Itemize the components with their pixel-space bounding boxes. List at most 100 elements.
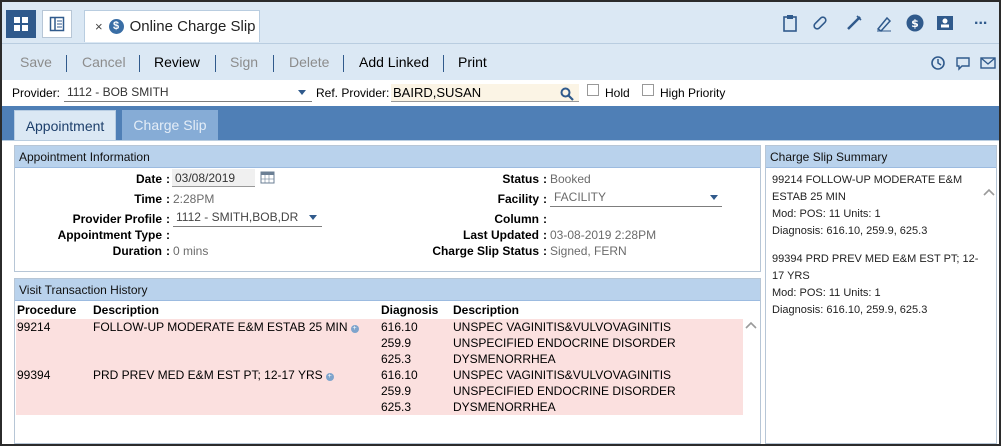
label-colon: : bbox=[166, 212, 170, 226]
provider-label: Provider: bbox=[12, 86, 61, 100]
description-cell: PRD PREV MED E&M EST PT; 12-17 YRS + bbox=[93, 368, 334, 382]
scroll-up-icon[interactable] bbox=[982, 185, 996, 199]
tab-charge-slip[interactable]: Charge Slip bbox=[122, 110, 218, 140]
high-priority-checkbox[interactable] bbox=[642, 84, 654, 96]
pill-icon[interactable] bbox=[810, 13, 830, 33]
last-updated-value: 03-08-2019 2:28PM bbox=[550, 228, 657, 242]
comment-icon[interactable] bbox=[953, 53, 973, 73]
side-panel-icon bbox=[49, 16, 65, 32]
date-value: 03/08/2019 bbox=[175, 171, 236, 185]
review-button[interactable]: Review bbox=[154, 54, 200, 70]
charge-slip-status-label: Charge Slip Status bbox=[432, 244, 539, 258]
scroll-up-icon[interactable] bbox=[744, 318, 758, 332]
table-row[interactable]: 99394 PRD PREV MED E&M EST PT; 12-17 YRS… bbox=[16, 367, 743, 383]
provider-profile-value: 1112 - SMITH,BOB,DR bbox=[176, 210, 299, 224]
date-field[interactable]: 03/08/2019 bbox=[172, 169, 255, 187]
facility-select[interactable]: FACILITY bbox=[550, 189, 722, 207]
label-colon: : bbox=[166, 172, 170, 186]
provider-profile-select[interactable]: 1112 - SMITH,BOB,DR bbox=[173, 209, 322, 227]
label-colon: : bbox=[543, 192, 547, 206]
diag-description-cell: UNSPEC VAGINITIS&VULVOVAGINITIS bbox=[453, 368, 672, 382]
delete-button[interactable]: Delete bbox=[289, 54, 329, 70]
syringe-icon[interactable] bbox=[844, 13, 864, 33]
chevron-down-icon bbox=[710, 195, 718, 200]
window: × $ Online Charge Slip $ ... Save Cancel… bbox=[0, 0, 1001, 446]
status-value: Booked bbox=[550, 172, 591, 186]
description-text: FOLLOW-UP MODERATE E&M ESTAB 25 MIN bbox=[93, 320, 348, 334]
email-icon[interactable] bbox=[978, 53, 998, 73]
charge-slip-summary-header: Charge Slip Summary bbox=[766, 146, 996, 168]
label-colon: : bbox=[166, 192, 170, 206]
document-tab[interactable]: × $ Online Charge Slip bbox=[84, 10, 260, 42]
diagnosis-cell: 259.9 bbox=[381, 384, 412, 398]
label-colon: : bbox=[543, 172, 547, 186]
add-linked-button[interactable]: Add Linked bbox=[359, 54, 429, 70]
history-icon[interactable] bbox=[928, 53, 948, 73]
side-panel-button[interactable] bbox=[42, 10, 72, 38]
sign-button[interactable]: Sign bbox=[230, 54, 258, 70]
status-label: Status bbox=[502, 172, 539, 186]
diagnosis-cell: 625.3 bbox=[381, 400, 412, 414]
diagnosis-cell: 259.9 bbox=[381, 336, 412, 350]
summary-item: 99394 PRD PREV MED E&M EST PT; 12-17 YRS… bbox=[772, 251, 982, 319]
charge-slip-status-value: Signed, FERN bbox=[550, 244, 627, 258]
summary-item: 99214 FOLLOW-UP MODERATE E&M ESTAB 25 MI… bbox=[772, 172, 982, 240]
column-header-diagnosis: Diagnosis bbox=[381, 303, 439, 317]
high-priority-label: High Priority bbox=[660, 86, 726, 100]
summary-item-diagnosis: Diagnosis: 616.10, 259.9, 625.3 bbox=[772, 225, 928, 237]
provider-select[interactable]: 1112 - BOB SMITH bbox=[64, 84, 312, 102]
chevron-down-icon bbox=[309, 215, 317, 220]
table-row[interactable]: 259.9 UNSPECIFIED ENDOCRINE DISORDER bbox=[16, 335, 743, 351]
calendar-icon[interactable] bbox=[258, 168, 276, 186]
dollar-icon: $ bbox=[108, 19, 124, 34]
more-menu[interactable]: ... bbox=[974, 11, 987, 29]
toolbar-separator bbox=[273, 55, 274, 72]
toolbar-separator bbox=[66, 55, 67, 72]
cancel-button[interactable]: Cancel bbox=[82, 54, 126, 70]
tab-appointment[interactable]: Appointment bbox=[14, 110, 116, 140]
search-icon[interactable] bbox=[557, 84, 577, 104]
diagnosis-cell: 616.10 bbox=[381, 368, 418, 382]
description-text: PRD PREV MED E&M EST PT; 12-17 YRS bbox=[93, 368, 323, 382]
app-grid-button[interactable] bbox=[6, 10, 36, 38]
time-value: 2:28PM bbox=[173, 192, 215, 206]
diagnosis-cell: 625.3 bbox=[381, 352, 412, 366]
summary-item-title: 99394 PRD PREV MED E&M EST PT; 12-17 YRS bbox=[772, 253, 979, 282]
summary-item-diagnosis: Diagnosis: 616.10, 259.9, 625.3 bbox=[772, 304, 928, 316]
column-label: Column bbox=[494, 212, 539, 226]
diag-description-cell: DYSMENORRHEA bbox=[453, 352, 556, 366]
appointment-type-label: Appointment Type bbox=[57, 228, 162, 242]
date-label: Date bbox=[135, 172, 162, 186]
save-button[interactable]: Save bbox=[20, 54, 52, 70]
toolbar-separator bbox=[139, 55, 140, 72]
diagnosis-cell: 616.10 bbox=[381, 320, 418, 334]
toolbar-separator bbox=[215, 55, 216, 72]
visit-history-header: Visit Transaction History bbox=[15, 279, 760, 301]
duration-label: Duration bbox=[112, 244, 162, 258]
billing-icon[interactable]: $ bbox=[905, 13, 925, 33]
title-bar: × $ Online Charge Slip $ ... bbox=[2, 2, 999, 44]
grid-icon bbox=[14, 17, 28, 31]
chevron-down-icon bbox=[298, 90, 306, 95]
expand-icon[interactable]: + bbox=[350, 325, 359, 333]
print-button[interactable]: Print bbox=[458, 54, 487, 70]
facility-label: Facility bbox=[497, 192, 539, 206]
close-tab-icon[interactable]: × bbox=[95, 19, 103, 34]
summary-item-mod: Mod: POS: 11 Units: 1 bbox=[772, 287, 881, 299]
diag-description-cell: DYSMENORRHEA bbox=[453, 400, 556, 414]
table-row[interactable]: 625.3 DYSMENORRHEA bbox=[16, 399, 743, 415]
expand-icon[interactable]: + bbox=[325, 373, 334, 381]
edit-document-icon[interactable] bbox=[874, 13, 894, 33]
clipboard-icon[interactable] bbox=[780, 13, 800, 33]
table-row[interactable]: 625.3 DYSMENORRHEA bbox=[16, 351, 743, 367]
hold-checkbox[interactable] bbox=[587, 84, 599, 96]
table-row[interactable]: 259.9 UNSPECIFIED ENDOCRINE DISORDER bbox=[16, 383, 743, 399]
label-colon: : bbox=[166, 228, 170, 242]
contact-card-icon[interactable] bbox=[935, 13, 955, 33]
table-row[interactable]: 99214 FOLLOW-UP MODERATE E&M ESTAB 25 MI… bbox=[16, 319, 743, 335]
summary-item-mod: Mod: POS: 11 Units: 1 bbox=[772, 208, 881, 220]
label-colon: : bbox=[543, 228, 547, 242]
summary-item-title: 99214 FOLLOW-UP MODERATE E&M ESTAB 25 MI… bbox=[772, 174, 963, 203]
diag-description-cell: UNSPECIFIED ENDOCRINE DISORDER bbox=[453, 336, 676, 350]
ref-provider-input[interactable]: BAIRD,SUSAN bbox=[391, 84, 579, 102]
